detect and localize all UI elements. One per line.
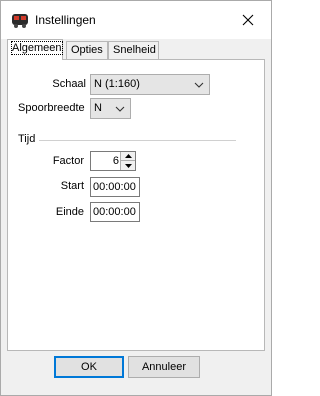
- window-title: Instellingen: [35, 13, 96, 27]
- scale-select[interactable]: N (1:160): [90, 74, 210, 95]
- tab-opties-label: Opties: [71, 44, 103, 56]
- spin-up-button[interactable]: [121, 152, 135, 161]
- time-group-title: Tijd: [18, 133, 40, 145]
- time-group-divider: [38, 140, 236, 141]
- start-label: Start: [60, 180, 84, 192]
- tab-algemeen[interactable]: Algemeen: [7, 39, 63, 60]
- tab-opties[interactable]: Opties: [66, 41, 108, 59]
- end-label: Einde: [55, 206, 84, 218]
- arrow-up-icon: [124, 154, 132, 158]
- scale-label: Schaal: [52, 78, 86, 90]
- close-button[interactable]: [225, 1, 271, 39]
- chevron-down-icon: [193, 79, 205, 91]
- chevron-down-icon: [114, 103, 126, 115]
- train-icon: [11, 11, 29, 29]
- title-bar[interactable]: Instellingen: [1, 1, 271, 39]
- gauge-select-value: N: [94, 102, 102, 114]
- tab-panel-algemeen: Schaal N (1:160) Spoorbreedte N Tijd Fac…: [7, 59, 265, 351]
- factor-label: Factor: [52, 155, 84, 167]
- scale-select-value: N (1:160): [94, 78, 140, 90]
- gauge-select[interactable]: N: [90, 98, 131, 119]
- tab-algemeen-label: Algemeen: [11, 41, 63, 55]
- close-icon: [242, 14, 254, 26]
- ok-button[interactable]: OK: [54, 356, 124, 378]
- tab-snelheid[interactable]: Snelheid: [108, 41, 159, 59]
- factor-spinner: [120, 152, 135, 170]
- factor-stepper[interactable]: 6: [90, 151, 136, 171]
- gauge-label: Spoorbreedte: [18, 102, 85, 114]
- cancel-button[interactable]: Annuleer: [128, 356, 200, 378]
- tab-bar: Algemeen Opties Snelheid: [7, 39, 265, 60]
- arrow-down-icon: [124, 163, 132, 168]
- settings-dialog: Instellingen Algemeen Opties Snelheid Sc…: [0, 0, 272, 396]
- start-time-field[interactable]: 00:00:00: [90, 177, 140, 197]
- spin-down-button[interactable]: [121, 161, 135, 170]
- end-time-field[interactable]: 00:00:00: [90, 202, 140, 222]
- factor-value: 6: [112, 155, 119, 167]
- tab-snelheid-label: Snelheid: [113, 44, 156, 56]
